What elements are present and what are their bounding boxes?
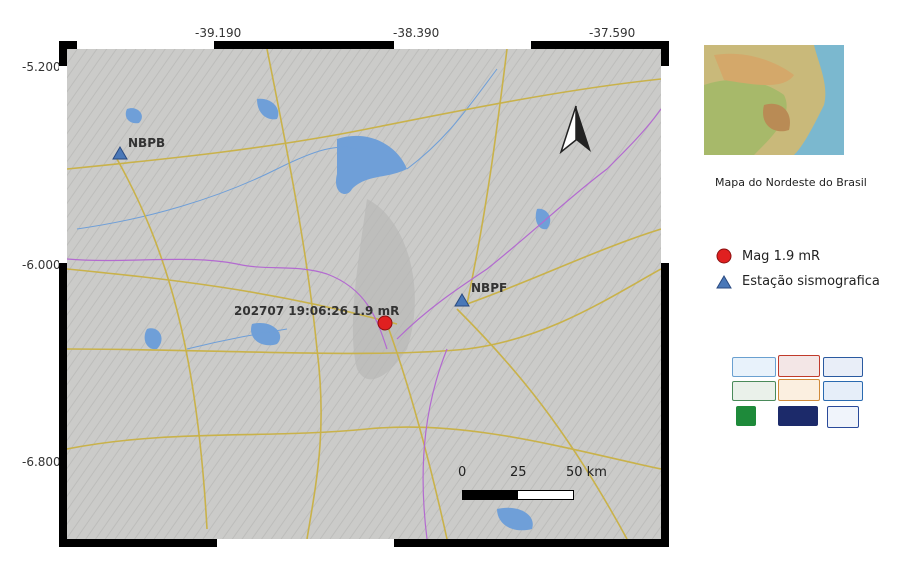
legend-label-station: Estação sismografica [742, 274, 880, 289]
ufrn-logo [823, 357, 863, 377]
inset-caption: Mapa do Nordeste do Brasil [715, 176, 867, 189]
station-nbpb-label: NBPB [128, 136, 166, 150]
lon-tick-3: -37.590 [589, 26, 636, 40]
scale-bar-segment [463, 491, 518, 499]
legend-triangle-icon [716, 274, 732, 288]
border-segment [661, 66, 669, 263]
unnamed-logo [778, 379, 820, 401]
cprm-logo [827, 406, 859, 428]
rsbr-logo [778, 406, 818, 426]
labsis-logo [732, 357, 776, 377]
inct-logo [732, 381, 776, 401]
border-segment [77, 41, 214, 49]
lon-tick-2: -38.390 [393, 26, 440, 40]
lat-tick-3: -6.800 [22, 455, 61, 469]
scale-bar [462, 490, 574, 500]
petrobras-logo [736, 406, 756, 426]
event-label: 202707 19:06:26 1.9 mR [234, 304, 400, 318]
legend-label-event: Mag 1.9 mR [742, 248, 821, 264]
map-frame: NBPB NBPF 202707 19:06:26 1.9 mR 0 25 50… [59, 41, 669, 547]
border-segment [394, 41, 531, 49]
border-segment [59, 66, 67, 263]
scale-label-25: 25 [510, 465, 527, 480]
scale-label-50: 50 km [566, 465, 607, 480]
inset-map-graphic [704, 45, 844, 155]
lon-tick-1: -39.190 [195, 26, 242, 40]
station-nbpf-label: NBPF [471, 281, 508, 295]
inset-map [704, 45, 844, 155]
lat-tick-2: -6.000 [22, 258, 61, 272]
legend-circle-icon [716, 248, 732, 264]
station-nbpf-marker[interactable] [454, 293, 470, 307]
legend-item-station: Estação sismografica [716, 274, 880, 289]
lat-tick-1: -5.200 [22, 60, 61, 74]
cnpq-logo [823, 381, 863, 401]
scale-label-0: 0 [458, 465, 467, 480]
rsisne-logo [778, 355, 820, 377]
border-segment [217, 539, 394, 547]
map-area[interactable]: NBPB NBPF 202707 19:06:26 1.9 mR 0 25 50… [67, 49, 661, 539]
legend-item-event: Mag 1.9 mR [716, 248, 820, 264]
station-nbpb-marker[interactable] [112, 146, 128, 160]
north-arrow-icon [559, 105, 591, 155]
